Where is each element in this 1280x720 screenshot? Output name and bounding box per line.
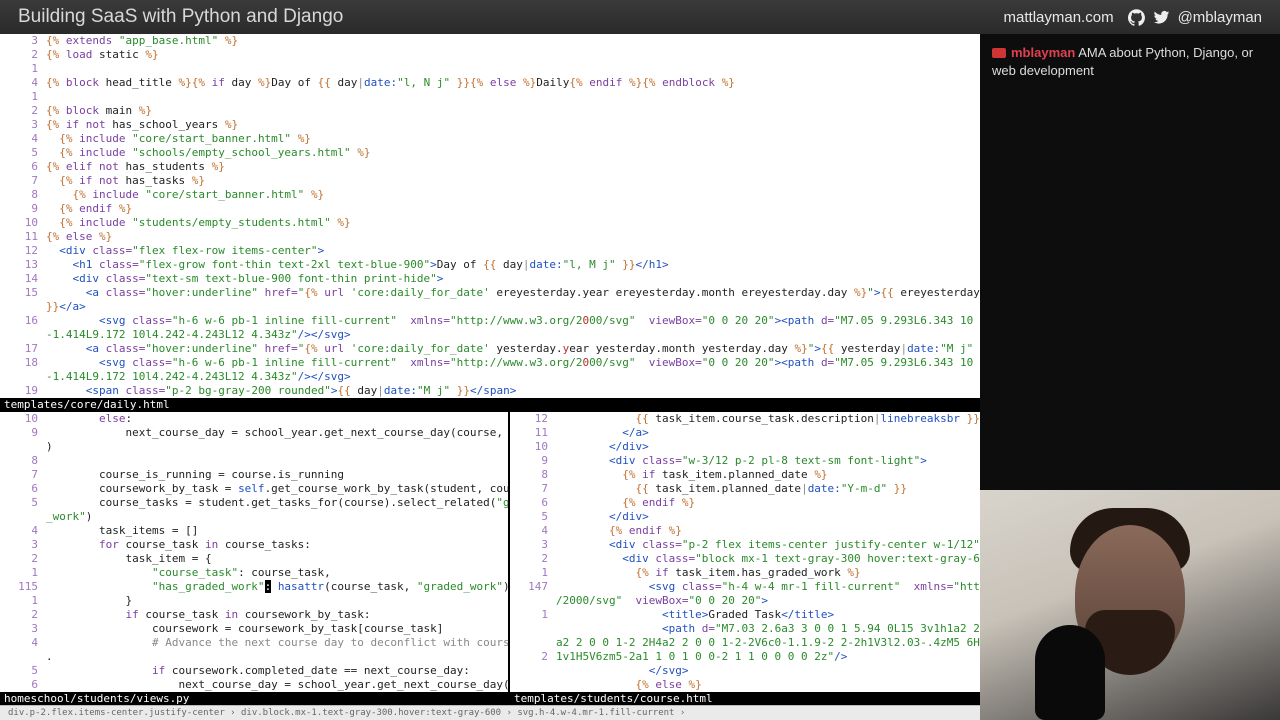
gutter-top: 321412345678910111213141516171819 <box>0 34 46 398</box>
webcam-feed <box>980 490 1280 720</box>
chat-username: mblayman <box>1011 45 1075 60</box>
site-url: mattlayman.com <box>1004 9 1114 26</box>
pane-top[interactable]: 321412345678910111213141516171819 {% ext… <box>0 34 980 398</box>
code-left[interactable]: else: next_course_day = school_year.get_… <box>46 412 508 692</box>
github-icon <box>1128 9 1145 26</box>
gutter-left: 1098765432111512345678910 <box>0 412 46 692</box>
stream-sidebar: mblayman AMA about Python, Django, or we… <box>980 34 1280 720</box>
stream-header: Building SaaS with Python and Django mat… <box>0 0 1280 35</box>
status-top: templates/core/daily.html <box>0 398 980 412</box>
status-left: homeschool/students/views.py <box>0 692 512 706</box>
twitter-icon <box>1153 9 1170 26</box>
breadcrumb-bar: div.p-2.flex.items-center.justify-center… <box>0 705 988 720</box>
code-right[interactable]: {{ task_item.course_task.description|lin… <box>556 412 980 692</box>
twitter-handle: @mblayman <box>1178 9 1262 26</box>
stream-socials: mattlayman.com @mblayman <box>1004 9 1262 26</box>
pane-right[interactable]: 121110987654321147123456@@ {{ task_item.… <box>510 412 980 692</box>
pane-left[interactable]: 1098765432111512345678910 else: next_cou… <box>0 412 508 692</box>
chat-message: mblayman AMA about Python, Django, or we… <box>980 34 1280 90</box>
microphone-icon <box>1035 625 1105 720</box>
editor-workspace: 321412345678910111213141516171819 {% ext… <box>0 34 980 720</box>
stream-title: Building SaaS with Python and Django <box>18 6 343 28</box>
code-top[interactable]: {% extends "app_base.html" %}{% load sta… <box>46 34 980 398</box>
camera-icon <box>992 48 1006 58</box>
status-right: templates/students/course.html <box>510 692 984 706</box>
gutter-right: 121110987654321147123456@@ <box>510 412 556 692</box>
